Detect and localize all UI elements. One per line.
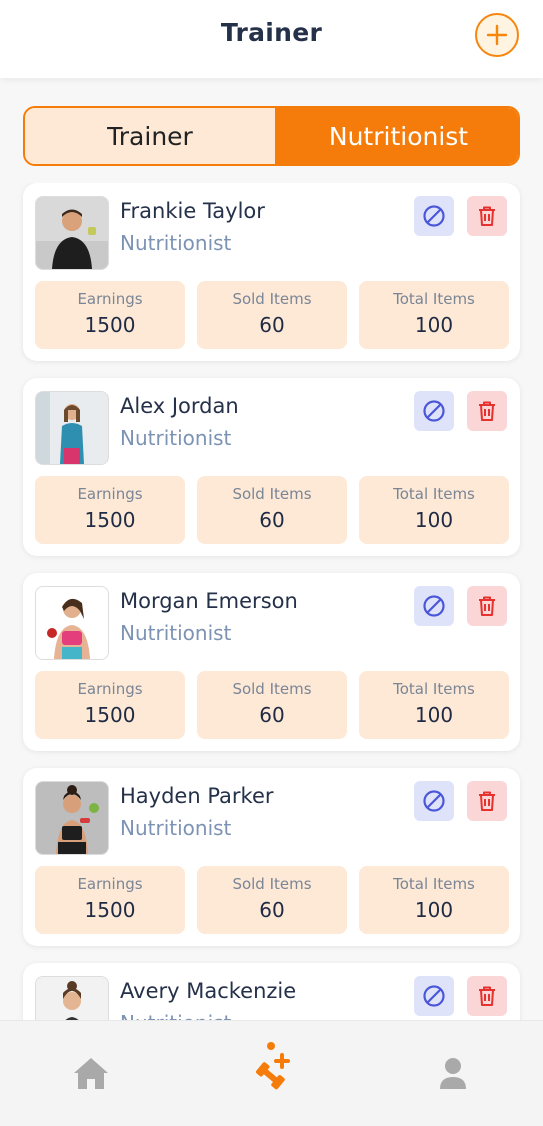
avatar bbox=[35, 976, 109, 1020]
profile-icon bbox=[440, 1058, 466, 1089]
list-item[interactable]: Hayden Parker Nutritionist Earnings 1500… bbox=[23, 768, 520, 946]
person-name: Morgan Emerson bbox=[120, 589, 298, 613]
trash-icon bbox=[479, 791, 495, 811]
block-icon bbox=[423, 205, 445, 227]
person-name: Frankie Taylor bbox=[120, 199, 265, 223]
person-role: Nutritionist bbox=[120, 621, 232, 645]
block-button[interactable] bbox=[414, 586, 454, 626]
block-button[interactable] bbox=[414, 976, 454, 1016]
stat-label: Total Items bbox=[393, 485, 475, 503]
block-icon bbox=[423, 985, 445, 1007]
stat-value: 100 bbox=[414, 898, 454, 922]
stat-label: Sold Items bbox=[232, 290, 312, 308]
avatar bbox=[35, 586, 109, 660]
delete-button[interactable] bbox=[467, 196, 507, 236]
stat-value: 60 bbox=[259, 508, 285, 532]
trash-icon bbox=[479, 596, 495, 616]
trash-icon bbox=[479, 401, 495, 421]
avatar bbox=[35, 196, 109, 270]
sold-items-stat: Sold Items 60 bbox=[197, 281, 347, 349]
delete-button[interactable] bbox=[467, 586, 507, 626]
delete-button[interactable] bbox=[467, 781, 507, 821]
plus-icon bbox=[486, 24, 508, 46]
stat-label: Sold Items bbox=[232, 680, 312, 698]
person-role: Nutritionist bbox=[120, 231, 232, 255]
earnings-stat: Earnings 1500 bbox=[35, 281, 185, 349]
avatar bbox=[35, 391, 109, 465]
earnings-stat: Earnings 1500 bbox=[35, 476, 185, 544]
block-icon bbox=[423, 595, 445, 617]
add-button[interactable] bbox=[475, 13, 519, 57]
block-icon bbox=[423, 400, 445, 422]
stat-label: Earnings bbox=[77, 875, 143, 893]
earnings-stat: Earnings 1500 bbox=[35, 671, 185, 739]
total-items-stat: Total Items 100 bbox=[359, 476, 509, 544]
list-item[interactable]: Avery Mackenzie Nutritionist Earnings 15… bbox=[23, 963, 520, 1020]
fitness-dumbbell-icon bbox=[255, 1042, 290, 1090]
delete-button[interactable] bbox=[467, 391, 507, 431]
bottom-navigation bbox=[0, 1020, 543, 1126]
app-header: Trainer bbox=[0, 0, 543, 78]
stat-value: 60 bbox=[259, 313, 285, 337]
stat-value: 100 bbox=[414, 313, 454, 337]
trash-icon bbox=[479, 206, 495, 226]
nutritionist-list[interactable]: Frankie Taylor Nutritionist Earnings 150… bbox=[0, 183, 543, 1020]
stat-label: Total Items bbox=[393, 875, 475, 893]
stat-label: Sold Items bbox=[232, 875, 312, 893]
stat-value: 100 bbox=[414, 703, 454, 727]
person-role: Nutritionist bbox=[120, 816, 232, 840]
total-items-stat: Total Items 100 bbox=[359, 281, 509, 349]
stat-label: Earnings bbox=[77, 290, 143, 308]
stat-label: Total Items bbox=[393, 680, 475, 698]
stat-label: Earnings bbox=[77, 485, 143, 503]
earnings-stat: Earnings 1500 bbox=[35, 866, 185, 934]
trash-icon bbox=[479, 986, 495, 1006]
person-name: Avery Mackenzie bbox=[120, 979, 297, 1003]
person-name: Alex Jordan bbox=[120, 394, 239, 418]
block-icon bbox=[423, 790, 445, 812]
block-button[interactable] bbox=[414, 391, 454, 431]
sold-items-stat: Sold Items 60 bbox=[197, 671, 347, 739]
stat-label: Sold Items bbox=[232, 485, 312, 503]
stat-value: 1500 bbox=[84, 313, 136, 337]
list-item[interactable]: Alex Jordan Nutritionist Earnings 1500 S… bbox=[23, 378, 520, 556]
home-icon bbox=[74, 1058, 108, 1089]
sold-items-stat: Sold Items 60 bbox=[197, 866, 347, 934]
nav-profile[interactable] bbox=[431, 1051, 475, 1095]
total-items-stat: Total Items 100 bbox=[359, 866, 509, 934]
stat-value: 1500 bbox=[84, 508, 136, 532]
stat-label: Earnings bbox=[77, 680, 143, 698]
person-role: Nutritionist bbox=[120, 1011, 231, 1020]
nav-home[interactable] bbox=[69, 1051, 113, 1095]
block-button[interactable] bbox=[414, 196, 454, 236]
avatar bbox=[35, 781, 109, 855]
person-name: Hayden Parker bbox=[120, 784, 274, 808]
stat-value: 1500 bbox=[84, 703, 136, 727]
stat-label: Total Items bbox=[393, 290, 475, 308]
total-items-stat: Total Items 100 bbox=[359, 671, 509, 739]
stat-value: 1500 bbox=[84, 898, 136, 922]
list-item[interactable]: Frankie Taylor Nutritionist Earnings 150… bbox=[23, 183, 520, 361]
stat-value: 100 bbox=[414, 508, 454, 532]
person-role: Nutritionist bbox=[120, 426, 232, 450]
nav-fitness[interactable] bbox=[249, 1041, 299, 1091]
stat-value: 60 bbox=[259, 703, 285, 727]
role-toggle: Trainer Nutritionist bbox=[23, 106, 520, 166]
list-item[interactable]: Morgan Emerson Nutritionist Earnings 150… bbox=[23, 573, 520, 751]
page-title: Trainer bbox=[220, 18, 323, 47]
stat-value: 60 bbox=[259, 898, 285, 922]
delete-button[interactable] bbox=[467, 976, 507, 1016]
sold-items-stat: Sold Items 60 bbox=[197, 476, 347, 544]
tab-nutritionist[interactable]: Nutritionist bbox=[277, 108, 518, 164]
block-button[interactable] bbox=[414, 781, 454, 821]
tab-trainer[interactable]: Trainer bbox=[25, 108, 277, 164]
